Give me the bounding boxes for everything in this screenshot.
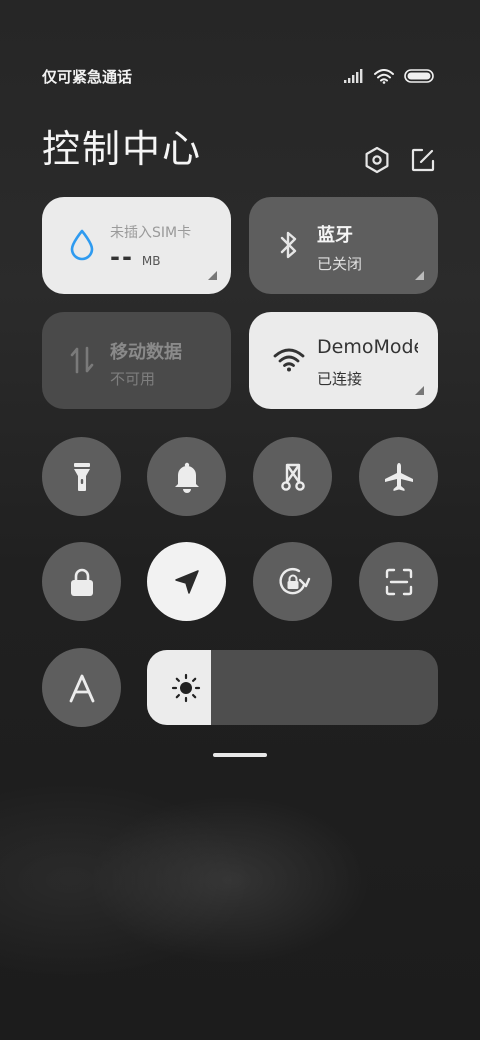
expand-corner-icon [415,271,424,280]
bluetooth-icon [271,227,307,263]
expand-corner-icon [415,386,424,395]
lock-screen-toggle[interactable] [42,542,121,621]
brightness-slider[interactable] [147,650,438,725]
mobile-data-tile[interactable]: 移动数据 不可用 [42,312,231,409]
location-arrow-icon [174,569,199,594]
edit-icon [411,148,435,172]
mobile-data-arrows-icon [64,342,100,378]
scan-icon [385,568,412,595]
edit-button[interactable] [408,145,438,175]
status-icons [344,66,434,86]
silent-toggle[interactable] [147,437,226,516]
font-a-icon [69,674,94,702]
brightness-sun-icon [171,673,201,703]
airplane-icon [384,462,413,491]
wifi-status: 已连接 [317,370,363,388]
mobile-data-title: 移动数据 [110,342,182,363]
font-size-toggle[interactable] [42,648,121,727]
data-usage-value: -- [110,243,134,271]
wifi-title: DemoMode [317,336,418,358]
wifi-status-icon [374,68,394,84]
battery-icon [404,69,434,83]
flashlight-icon [73,462,90,491]
page-title: 控制中心 [42,127,203,171]
gear-icon [365,146,389,174]
status-carrier-text: 仅可紧急通话 [42,68,133,86]
water-drop-icon [64,227,100,263]
airplane-toggle[interactable] [359,437,438,516]
home-indicator[interactable] [213,753,267,757]
mobile-data-status: 不可用 [110,370,156,388]
wifi-tile[interactable]: DemoMode 已连接 [249,312,438,409]
flashlight-toggle[interactable] [42,437,121,516]
bluetooth-title: 蓝牙 [317,225,353,246]
expand-corner-icon [208,271,217,280]
lock-icon [70,568,93,596]
signal-icon [344,69,363,83]
scanner-toggle[interactable] [359,542,438,621]
screenshot-toggle[interactable] [253,437,332,516]
data-usage-unit: MB [141,254,161,268]
rotation-lock-icon [278,567,310,594]
wifi-icon [271,342,307,378]
rotation-lock-toggle[interactable] [253,542,332,621]
settings-button[interactable] [362,145,392,175]
bluetooth-tile[interactable]: 蓝牙 已关闭 [249,197,438,294]
location-toggle[interactable] [147,542,226,621]
data-usage-tile[interactable]: 未插入SIM卡 -- MB [42,197,231,294]
scissors-icon [280,463,305,491]
bell-icon [174,462,199,493]
bluetooth-status: 已关闭 [317,255,363,273]
data-usage-title: 未插入SIM卡 [110,225,192,241]
